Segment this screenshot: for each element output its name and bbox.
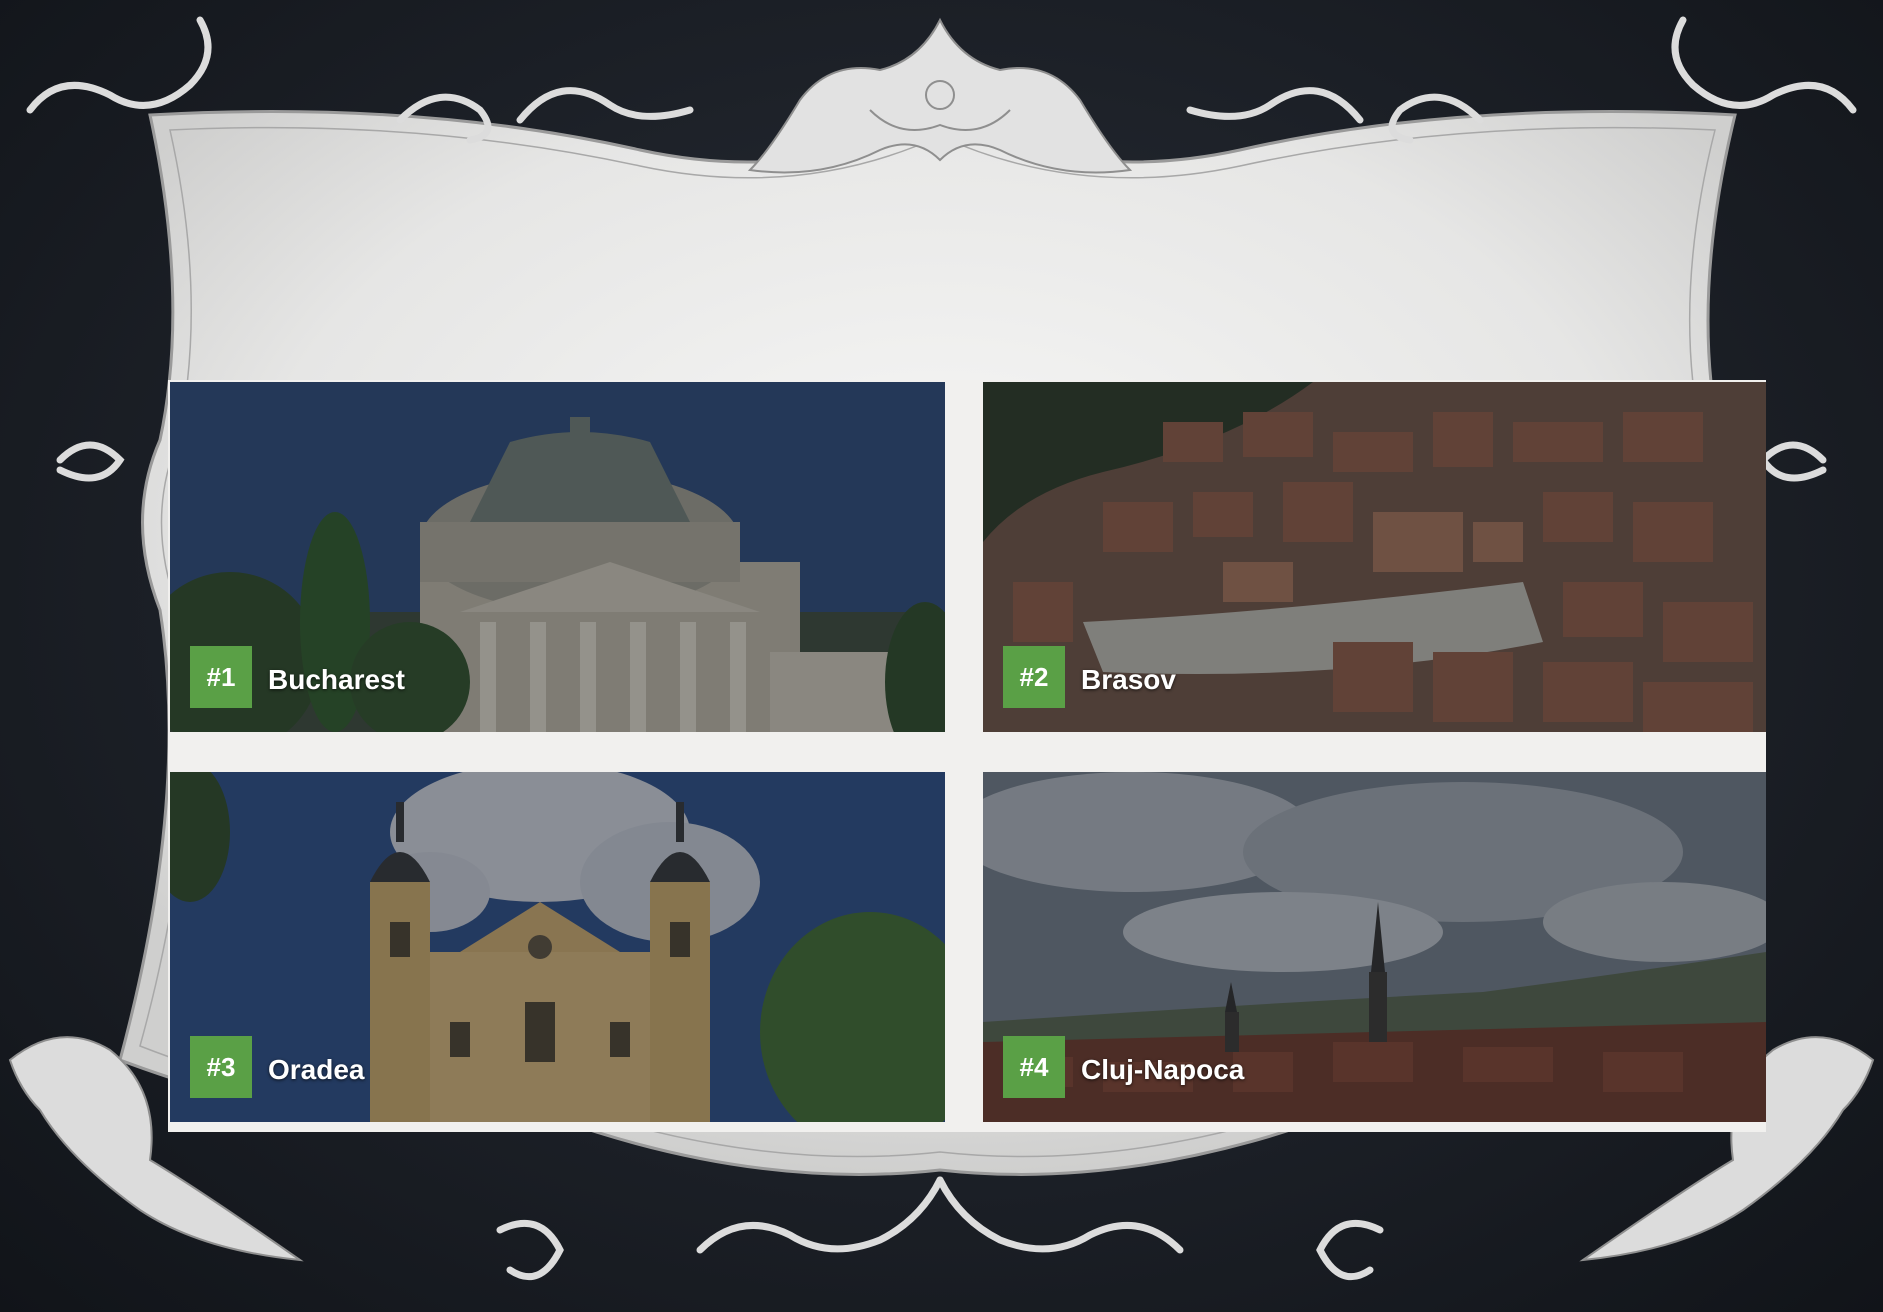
city-tile-oradea[interactable]: #3 Oradea xyxy=(170,772,945,1122)
rank-badge: #2 xyxy=(1003,646,1065,708)
rank-badge: #3 xyxy=(190,1036,252,1098)
city-label: Bucharest xyxy=(268,664,405,695)
rank-badge: #4 xyxy=(1003,1036,1065,1098)
rank-badge: #1 xyxy=(190,646,252,708)
city-grid: #1 Bucharest #2 Brasov #3 Oradea #4 Cluj… xyxy=(168,380,1766,1132)
city-tile-cluj-napoca[interactable]: #4 Cluj-Napoca xyxy=(983,772,1766,1122)
city-tile-bucharest[interactable]: #1 Bucharest xyxy=(170,382,945,732)
city-label: Brasov xyxy=(1081,664,1176,695)
bottom-swirl-ornament-icon xyxy=(496,1176,1384,1281)
city-label: Oradea xyxy=(268,1054,365,1085)
crest-ornament-icon xyxy=(747,17,1133,174)
city-label: Cluj-Napoca xyxy=(1081,1054,1245,1085)
city-tile-brasov[interactable]: #2 Brasov xyxy=(983,382,1766,732)
slide: #1 Bucharest #2 Brasov #3 Oradea #4 Cluj… xyxy=(0,0,1883,1312)
